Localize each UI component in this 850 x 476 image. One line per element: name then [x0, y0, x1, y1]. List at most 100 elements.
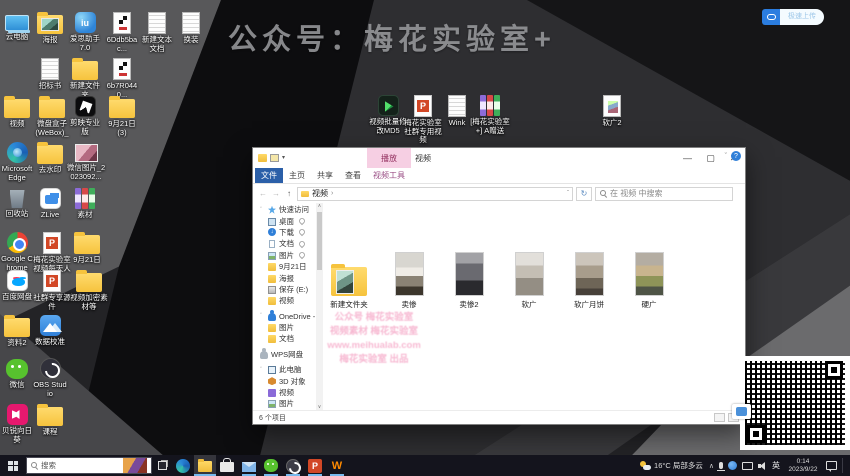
desktop-icon-kecheng[interactable]: 课程: [33, 404, 67, 437]
taskbar-search-box[interactable]: 搜索: [26, 457, 152, 474]
desktop-icon-shipin[interactable]: 视频: [0, 96, 34, 129]
help-icon[interactable]: ?: [731, 151, 741, 161]
file-ruanguang[interactable]: 软广: [507, 252, 551, 310]
nav-quick-access[interactable]: ˇ 快速访问: [253, 204, 317, 215]
qat-customize-arrow-icon[interactable]: ▾: [282, 154, 285, 162]
desktop-icon-6ddb[interactable]: 6Ddb5bac...: [103, 12, 141, 53]
nav-folder-haibao[interactable]: 海报: [253, 272, 317, 283]
nav-pc-pictures[interactable]: 图片: [253, 398, 317, 409]
ribbon-collapse-icon[interactable]: ˇ: [725, 153, 727, 160]
start-button[interactable]: [0, 455, 26, 476]
file-maican2[interactable]: 卖惨2: [447, 252, 491, 310]
nav-folder-921[interactable]: 9月21日: [253, 261, 317, 272]
forward-button[interactable]: →: [271, 189, 281, 198]
nav-desktop[interactable]: 桌面: [253, 215, 317, 226]
desktop-icon-weixin[interactable]: 微信: [0, 358, 34, 390]
desktop-icon-zhaobiaoshu[interactable]: 招标书: [33, 58, 67, 91]
nav-drive-e[interactable]: 保存 (E:): [253, 284, 317, 295]
nav-wps-cloud[interactable]: WPS网盘: [253, 349, 317, 360]
taskbar-wps[interactable]: W: [326, 455, 348, 476]
desktop-icon-xinjianwenben[interactable]: 新建文本文档: [139, 12, 175, 53]
minimize-button[interactable]: —: [676, 148, 699, 168]
desktop-icon-huishouzhan[interactable]: 回收站: [0, 188, 34, 219]
desktop-icon-aisizhushou[interactable]: 爱思助手7.0: [68, 12, 102, 52]
address-bar[interactable]: 视频 › ˇ: [297, 187, 573, 201]
search-box[interactable]: 在 视频 中搜索: [595, 187, 733, 201]
desktop-icon-sucai[interactable]: 素材: [68, 188, 102, 220]
nav-pc-videos[interactable]: 视频: [253, 387, 317, 398]
scrollbar-thumb[interactable]: [317, 212, 322, 270]
nav-onedrive[interactable]: ˇ OneDrive - Pers: [253, 311, 317, 322]
desktop-icon-qushuiyin[interactable]: 去水印: [33, 142, 67, 175]
task-view-button[interactable]: [152, 455, 172, 476]
desktop-icon-chrome[interactable]: Google Chrome: [0, 232, 34, 272]
desktop-icon-ruanguang2[interactable]: 软广2: [595, 95, 629, 128]
desktop-icon-921-3[interactable]: 9月21日 (3): [103, 96, 141, 137]
desktop-icon-xinjianwenjianjia[interactable]: 新建文件夹: [68, 58, 102, 99]
desktop-icon-md5[interactable]: 视频批量修改MD5: [368, 95, 408, 135]
taskbar-powerpoint[interactable]: P: [304, 455, 326, 476]
nav-onedrive-pictures[interactable]: 图片: [253, 322, 317, 333]
nav-onedrive-documents[interactable]: 文档: [253, 333, 317, 344]
desktop-icon-shequn-shipin[interactable]: 梅花实验室社群专用视频: [403, 95, 443, 145]
nav-downloads[interactable]: 下载: [253, 227, 317, 238]
search-highlight-image[interactable]: [123, 458, 147, 473]
nav-folder-video[interactable]: 视频: [253, 295, 317, 306]
desktop-icon-shequn-yuanjian[interactable]: 社群专享源件: [33, 270, 71, 311]
qat-button[interactable]: [270, 154, 279, 162]
taskbar-explorer[interactable]: [194, 455, 216, 476]
desktop-icon-shujujiaozhun[interactable]: 数据校准: [33, 315, 67, 347]
volume-icon[interactable]: [758, 462, 767, 470]
taskbar-mail[interactable]: [238, 455, 260, 476]
desktop-icon-huanzhuang[interactable]: 换装: [174, 12, 208, 45]
list-view-icon[interactable]: [714, 413, 725, 422]
taskbar-store[interactable]: [216, 455, 238, 476]
tray-app-icon[interactable]: [728, 461, 737, 470]
file-yingguang[interactable]: 硬广: [627, 252, 671, 310]
nav-pictures[interactable]: 图片: [253, 250, 317, 261]
desktop-icon-ziliao2[interactable]: 资料2: [0, 315, 34, 348]
microphone-icon[interactable]: [719, 462, 723, 469]
up-button[interactable]: ↑: [284, 189, 294, 198]
tab-video-tools[interactable]: 视频工具: [367, 168, 411, 183]
file-new-folder[interactable]: 新建文件夹: [327, 252, 371, 310]
ime-indicator[interactable]: 英: [772, 460, 780, 471]
refresh-button[interactable]: ↻: [576, 187, 592, 201]
weather-widget[interactable]: 16°C 局部多云: [640, 460, 703, 471]
taskbar-edge[interactable]: [172, 455, 194, 476]
nav-scrollbar[interactable]: ∧ ∨: [316, 203, 323, 410]
desktop-icon-azengsong[interactable]: [梅花实验室+] A赠送: [470, 95, 510, 135]
tab-share[interactable]: 共享: [311, 168, 339, 183]
expand-arrow-icon[interactable]: ˇ: [260, 207, 265, 213]
file-ruanguang-yuebing[interactable]: 软广月饼: [567, 252, 611, 310]
maximize-button[interactable]: ▢: [699, 148, 722, 168]
tab-view[interactable]: 查看: [339, 168, 367, 183]
expand-arrow-icon[interactable]: ˇ: [260, 367, 265, 373]
quick-access-toolbar[interactable]: ▾: [253, 154, 285, 162]
desktop-icon-zlive[interactable]: ZLive: [33, 188, 67, 220]
desktop-icon-haibao[interactable]: 海报: [33, 12, 67, 45]
desktop-icon-weipanhezi[interactable]: 微盘盒子(WeBox)_: [33, 96, 71, 137]
show-desktop-button[interactable]: [842, 458, 846, 473]
tab-file[interactable]: 文件: [255, 168, 283, 183]
file-maican[interactable]: 卖惨: [387, 252, 431, 310]
nav-this-pc[interactable]: ˇ 此电脑: [253, 364, 317, 375]
nav-documents[interactable]: 文档: [253, 238, 317, 249]
desktop-icon-xiangrikui[interactable]: 贝锐向日葵: [0, 404, 34, 444]
address-dropdown-icon[interactable]: ˇ: [567, 191, 569, 197]
netdisk-upload-widget[interactable]: 极速上传: [762, 9, 824, 25]
taskbar-wechat[interactable]: [260, 455, 282, 476]
touch-keyboard-icon[interactable]: [742, 462, 753, 470]
desktop-icon-edge[interactable]: Microsoft Edge: [0, 142, 34, 182]
scrollbar-up-icon[interactable]: ∧: [316, 203, 323, 209]
desktop-icon-obs[interactable]: OBS Studio: [33, 358, 67, 398]
nav-3d-objects[interactable]: 3D 对象: [253, 375, 317, 386]
desktop-icon-jianying[interactable]: 剪映专业版: [68, 96, 102, 136]
expand-arrow-icon[interactable]: ˇ: [260, 313, 265, 319]
clock[interactable]: 0:14 2023/9/22: [785, 458, 821, 473]
desktop-icon-wink[interactable]: Wink: [440, 95, 474, 128]
taskbar-obs[interactable]: [282, 455, 304, 476]
desktop-icon-jiami-sucai[interactable]: 视频加密素材等: [70, 270, 108, 311]
tab-home[interactable]: 主页: [283, 168, 311, 183]
back-button[interactable]: ←: [258, 189, 268, 198]
